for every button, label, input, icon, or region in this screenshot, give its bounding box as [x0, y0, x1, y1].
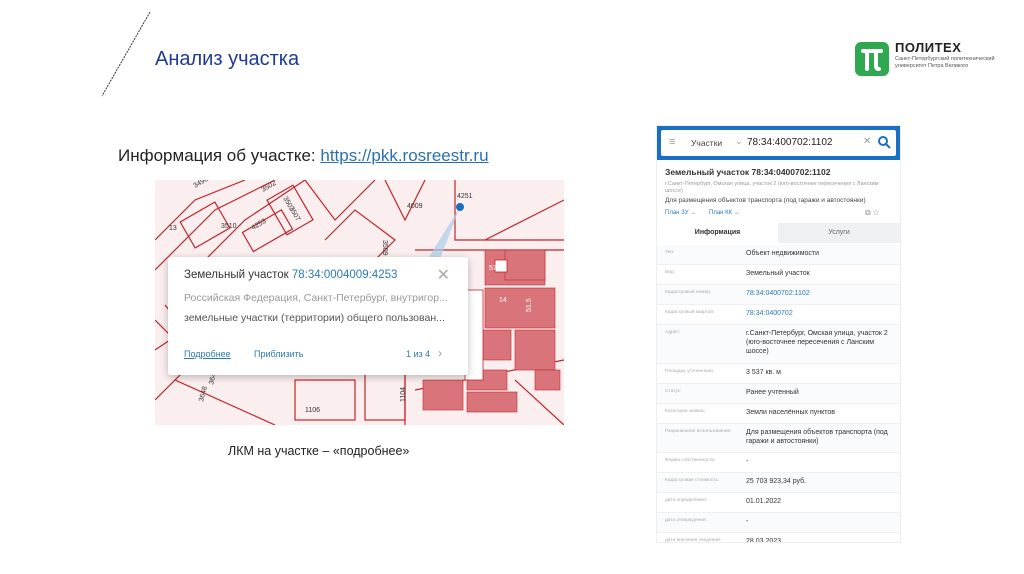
info-line: Информация об участке: https://pkk.rosre… [118, 146, 489, 166]
chevron-right-icon[interactable]: › [438, 346, 442, 360]
tab-services[interactable]: Услуги [778, 223, 900, 243]
search-input[interactable]: 78:34:400702:1102 [747, 137, 832, 148]
info-row: Разрешенное использование: Для размещения… [657, 424, 900, 453]
info-row: Кадастровая стоимость: 25 703 923,34 руб. [657, 473, 900, 493]
search-bar: ≡ Участки ⌄ 78:34:400702:1102 ✕ [657, 126, 900, 160]
info-row: Адрес: г.Санкт-Петербург, Омская улица, у… [657, 325, 900, 364]
info-row: Кадастровый квартал: 78:34:0400702 [657, 305, 900, 325]
decorative-diagonal-line [101, 11, 151, 97]
info-row-value: Земельный участок [746, 270, 810, 277]
info-row-label: Адрес: [665, 330, 681, 335]
rosreestr-link[interactable]: https://pkk.rosreestr.ru [320, 146, 488, 165]
panel-use: Для размещения объектов транспорта (под … [665, 197, 866, 204]
chevron-down-icon[interactable]: ⌄ [735, 136, 743, 147]
info-row-label: Тип: [665, 250, 675, 255]
info-row-value: - [746, 518, 749, 525]
info-row: Кадастровый номер: 78:34:0400702:1102 [657, 285, 900, 305]
map-parcel-label: 13 [169, 225, 177, 232]
info-row-value: 3 537 кв. м [746, 369, 781, 376]
plan-kk-link[interactable]: План КК → [709, 210, 740, 216]
zoom-in-link[interactable]: Приблизить [254, 349, 304, 359]
info-row-value: Для размещения объектов транспорта (под … [746, 429, 888, 445]
info-row: Категория земель: Земли населённых пункто… [657, 404, 900, 424]
popup-cadastral-number[interactable]: 78:34:0004009:4253 [292, 269, 398, 281]
info-row: Тип: Объект недвижимости [657, 245, 900, 265]
polytech-logo: ПОЛИТЕХ Санкт-Петербургский политехничес… [855, 40, 995, 82]
map-parcel-label: 1106 [305, 407, 320, 414]
more-details-link[interactable]: Подробнее [184, 349, 231, 359]
menu-icon[interactable]: ≡ [669, 136, 675, 148]
close-icon[interactable]: ✕ [437, 265, 450, 285]
info-row-value[interactable]: 78:34:0400702:1102 [746, 289, 896, 298]
logo-name: ПОЛИТЕХ [895, 40, 962, 55]
popup-title-prefix: Земельный участок [184, 269, 292, 281]
popup-pager: 1 из 4 [406, 349, 431, 359]
info-row-label: Разрешенное использование: [665, 429, 732, 434]
search-icon[interactable] [877, 135, 891, 149]
map-parcel-label: 1104 [400, 387, 407, 402]
info-row: Статус: Ранее учтенный [657, 384, 900, 404]
search-type-select[interactable]: Участки [691, 138, 722, 148]
parcel-info-panel: ≡ Участки ⌄ 78:34:400702:1102 ✕ Земельны… [656, 125, 901, 543]
info-row-label: Форма собственности: [665, 458, 716, 463]
clear-icon[interactable]: ✕ [863, 136, 871, 147]
logo-subtitle: Санкт-Петербургский политехнический унив… [895, 56, 995, 69]
popup-address: Российская Федерация, Санкт-Петербург, в… [184, 292, 448, 304]
slide-title: Анализ участка [155, 48, 300, 70]
map-parcel-label: 14 [499, 297, 507, 304]
plan-zu-link[interactable]: План ЗУ → [665, 210, 696, 216]
info-row-value: - [746, 458, 749, 465]
panel-address: г.Санкт-Петербург, Омская улица, участок… [665, 181, 879, 194]
info-rows: Тип: Объект недвижимости Вид: Земельный уча… [657, 245, 900, 543]
info-row-label: дата внесения сведений: [665, 538, 721, 543]
panel-title: Земельный участок 78:34:0400702:1102 [665, 167, 831, 177]
search-field[interactable]: ≡ Участки ⌄ 78:34:400702:1102 ✕ [661, 130, 896, 156]
info-row-value: 28.03.2023 [746, 538, 782, 543]
info-row: дата утверждения: - [657, 513, 900, 533]
info-prefix: Информация об участке: [118, 146, 321, 165]
info-row-label: Кадастровая стоимость: [665, 478, 720, 483]
info-row: дата определения: 01.01.2022 [657, 493, 900, 513]
map-parcel-label: 3509 [381, 240, 388, 256]
map-caption: ЛКМ на участке – «подробнее» [228, 444, 410, 458]
info-row-value: Ранее учтенный [746, 389, 799, 396]
info-row-label: Категория земель: [665, 409, 707, 414]
map-parcel-label: 4009 [407, 203, 423, 210]
toolbar-icons[interactable]: ⧉ ☆ [865, 208, 879, 218]
info-row-value: 25 703 923,34 руб. [746, 478, 807, 485]
info-row-label: дата утверждения: [665, 518, 707, 523]
tab-info[interactable]: Информация [657, 223, 778, 243]
map-parcel-label: 3502 [261, 180, 278, 194]
info-row-label: дата определения: [665, 498, 708, 503]
map-parcel-label: 51.5 [526, 298, 533, 312]
info-row-label: Вид: [665, 270, 676, 275]
popup-category: земельные участки (территории) общего по… [184, 312, 445, 324]
info-row-value: Объект недвижимости [746, 250, 820, 257]
map-parcel-label: 4253 [251, 218, 268, 232]
map-parcel-label: 3510 [221, 223, 237, 230]
info-row: дата внесения сведений: 28.03.2023 [657, 533, 900, 543]
info-row: Площадь уточненная: 3 537 кв. м [657, 364, 900, 384]
info-row: Форма собственности: - [657, 453, 900, 473]
map-parcel-label: 57.5 [489, 265, 503, 272]
info-row-label: Статус: [665, 389, 682, 394]
parcel-popup: Земельный участок 78:34:0004009:4253 ✕ Р… [168, 257, 468, 375]
map-parcel-label: 3507 [287, 206, 301, 223]
map-parcel-label: 3496 [193, 180, 210, 190]
info-row-value: Земли населённых пунктов [746, 409, 836, 416]
info-row-value: г.Санкт-Петербург, Омская улица, участок… [746, 330, 888, 355]
info-row-value[interactable]: 78:34:0400702 [746, 309, 896, 318]
info-row-label: Площадь уточненная: [665, 369, 715, 374]
map-parcel-label: 4251 [457, 193, 473, 200]
popup-title: Земельный участок 78:34:0004009:4253 [184, 269, 397, 281]
info-row: Вид: Земельный участок [657, 265, 900, 285]
info-row-value: 01.01.2022 [746, 498, 782, 505]
map-parcel-label: 30 [468, 298, 475, 306]
logo-mark-icon [855, 42, 889, 76]
info-row-label: Кадастровый номер: [665, 290, 712, 295]
info-row-label: Кадастровый квартал: [665, 310, 715, 315]
panel-tabs: Информация Услуги [657, 223, 900, 243]
